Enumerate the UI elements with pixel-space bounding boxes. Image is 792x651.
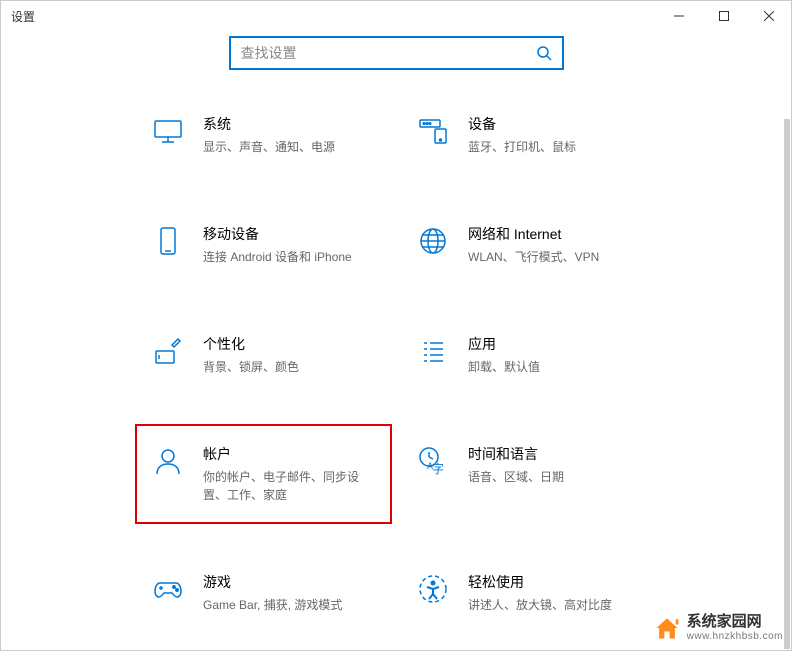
settings-item-time-language[interactable]: 字A 时间和语言语音、区域、日期 [416,440,641,508]
settings-item-apps[interactable]: 应用卸载、默认值 [416,330,641,380]
item-desc: 讲述人、放大镜、高对比度 [468,596,641,614]
item-text: 移动设备连接 Android 设备和 iPhone [203,224,376,266]
content-area: 系统显示、声音、通知、电源 设备蓝牙、打印机、鼠标移动设备连接 Android 设… [1,36,791,618]
settings-item-gaming[interactable]: 游戏 Game Bar, 捕获, 游戏模式 [151,568,376,618]
item-desc: 蓝牙、打印机、鼠标 [468,138,641,156]
item-title: 应用 [468,334,641,354]
watermark-url: www.hnzkhbsb.com [687,631,783,642]
item-title: 个性化 [203,334,376,354]
item-text: 游戏 Game Bar, 捕获, 游戏模式 [203,572,376,614]
apps-icon [416,334,450,368]
item-text: 应用卸载、默认值 [468,334,641,376]
item-text: 时间和语言语音、区域、日期 [468,444,641,486]
search-box[interactable] [229,36,564,70]
item-title: 轻松使用 [468,572,641,592]
svg-text:A: A [427,461,433,471]
scrollbar[interactable] [784,119,790,649]
item-text: 个性化背景、锁屏、颜色 [203,334,376,376]
minimize-button[interactable] [656,1,701,31]
item-desc: 背景、锁屏、颜色 [203,358,376,376]
item-text: 轻松使用讲述人、放大镜、高对比度 [468,572,641,614]
house-icon [653,614,681,642]
window-title: 设置 [11,8,656,25]
item-desc: 显示、声音、通知、电源 [203,138,376,156]
watermark-text: 系统家园网 www.hnzkhbsb.com [687,614,783,642]
item-title: 网络和 Internet [468,224,641,244]
settings-grid: 系统显示、声音、通知、电源 设备蓝牙、打印机、鼠标移动设备连接 Android 设… [21,110,771,618]
search-input[interactable] [241,45,536,61]
gaming-icon [151,572,185,606]
phone-icon [151,224,185,258]
svg-text:字: 字 [432,461,444,476]
item-desc: Game Bar, 捕获, 游戏模式 [203,596,376,614]
search-wrap [21,36,771,70]
window-controls [656,1,791,31]
maximize-button[interactable] [701,1,746,31]
item-desc: 卸载、默认值 [468,358,641,376]
item-text: 网络和 Internet WLAN、飞行模式、VPN [468,224,641,266]
item-desc: 你的帐户、电子邮件、同步设置、工作、家庭 [203,468,376,504]
item-title: 时间和语言 [468,444,641,464]
item-title: 系统 [203,114,376,134]
close-button[interactable] [746,1,791,31]
network-icon [416,224,450,258]
item-text: 设备蓝牙、打印机、鼠标 [468,114,641,156]
item-desc: 连接 Android 设备和 iPhone [203,248,376,266]
item-desc: WLAN、飞行模式、VPN [468,248,641,266]
item-title: 移动设备 [203,224,376,244]
personalization-icon [151,334,185,368]
settings-item-network[interactable]: 网络和 Internet WLAN、飞行模式、VPN [416,220,641,270]
settings-item-personalization[interactable]: 个性化背景、锁屏、颜色 [151,330,376,380]
settings-item-phone[interactable]: 移动设备连接 Android 设备和 iPhone [151,220,376,270]
item-title: 游戏 [203,572,376,592]
time-language-icon: 字A [416,444,450,478]
devices-icon [416,114,450,148]
settings-item-system[interactable]: 系统显示、声音、通知、电源 [151,110,376,160]
system-icon [151,114,185,148]
settings-window: 设置 系统显示、声音、通知、电源 设备蓝牙、打印机、鼠标移动设备连接 Androi… [0,0,792,651]
item-text: 系统显示、声音、通知、电源 [203,114,376,156]
settings-item-ease-of-access[interactable]: 轻松使用讲述人、放大镜、高对比度 [416,568,641,618]
settings-item-devices[interactable]: 设备蓝牙、打印机、鼠标 [416,110,641,160]
watermark-cn: 系统家园网 [687,614,783,631]
watermark: 系统家园网 www.hnzkhbsb.com [653,614,783,642]
item-title: 帐户 [203,444,376,464]
titlebar: 设置 [1,1,791,31]
item-desc: 语音、区域、日期 [468,468,641,486]
search-icon [536,45,552,61]
item-text: 帐户你的帐户、电子邮件、同步设置、工作、家庭 [203,444,376,504]
ease-of-access-icon [416,572,450,606]
settings-item-accounts[interactable]: 帐户你的帐户、电子邮件、同步设置、工作、家庭 [151,440,376,508]
item-title: 设备 [468,114,641,134]
accounts-icon [151,444,185,478]
